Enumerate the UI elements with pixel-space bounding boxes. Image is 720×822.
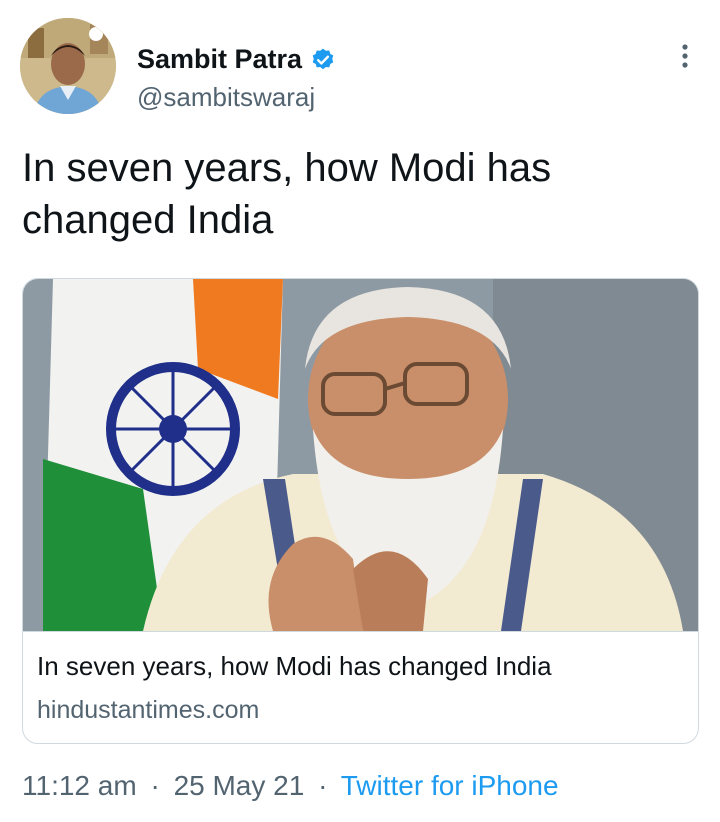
meta-separator: · (150, 770, 160, 801)
meta-separator: · (318, 770, 328, 801)
avatar[interactable] (20, 18, 116, 114)
tweet-meta: 11:12 am · 25 May 21 · Twitter for iPhon… (22, 770, 559, 802)
tweet-header: Sambit Patra @sambitswaraj (20, 18, 700, 118)
link-card-title[interactable]: In seven years, how Modi has changed Ind… (37, 651, 552, 682)
tweet-text: In seven years, how Modi has changed Ind… (22, 146, 552, 242)
tweet-source-link[interactable]: Twitter for iPhone (341, 770, 559, 801)
verified-badge-icon (310, 47, 336, 73)
tweet-time[interactable]: 11:12 am (22, 770, 137, 801)
link-card[interactable]: In seven years, how Modi has changed Ind… (22, 278, 699, 744)
display-name[interactable]: Sambit Patra (137, 44, 302, 75)
avatar-image (20, 18, 116, 114)
link-card-domain: hindustantimes.com (37, 696, 260, 724)
link-card-image (23, 279, 698, 631)
more-options-icon[interactable] (670, 36, 700, 76)
tweet-date[interactable]: 25 May 21 (174, 770, 305, 801)
name-row: Sambit Patra (137, 44, 336, 75)
user-handle[interactable]: @sambitswaraj (137, 82, 315, 113)
link-card-divider (23, 631, 698, 632)
